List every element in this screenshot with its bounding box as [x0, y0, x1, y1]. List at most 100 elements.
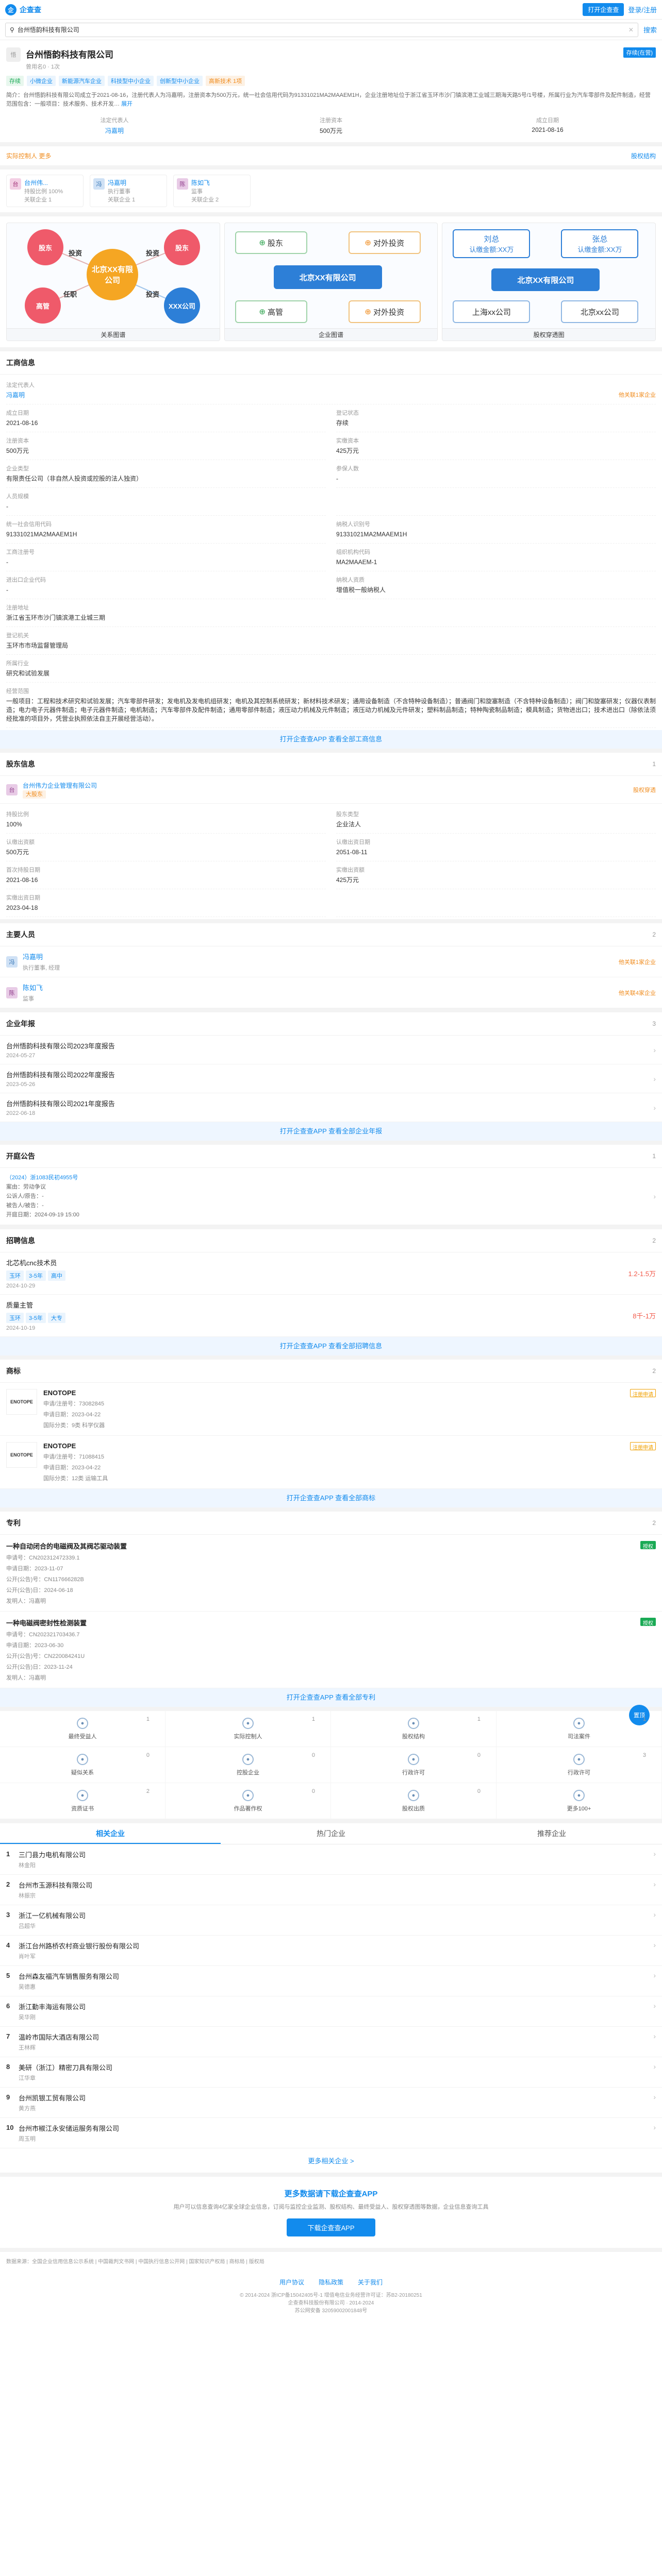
open-app-button[interactable]: 打开企查查: [583, 3, 624, 16]
holder-card[interactable]: 冯 冯嘉明 执行董事 关联企业 1: [90, 175, 167, 207]
trademark-row[interactable]: ENOTOPE ENOTOPE 申请/注册号：73082845 申请日期：2023-…: [0, 1383, 662, 1436]
patent-row[interactable]: 一种自动闭合的电磁阀及其阀芯驱动装置 申请号：CN202312472339.1 申请…: [0, 1535, 662, 1612]
graph-box: 北京xx公司: [561, 300, 639, 323]
annual-report-section: 企业年报 3 台州悟韵科技有限公司2023年度报告 2024-05-27 › 台州悟韵…: [0, 1012, 662, 1145]
tag[interactable]: 高新技术 1项: [206, 76, 245, 86]
search-bar: ⚲ 台州悟韵科技有限公司 ✕ 搜索: [0, 20, 662, 40]
chevron-right-icon: ›: [653, 1910, 656, 1919]
section-title: 商标 2: [0, 1360, 662, 1383]
company-former-names[interactable]: 曾用名0 · 1次: [26, 62, 618, 71]
user-agreement-link[interactable]: 用户协议: [279, 2278, 304, 2286]
list-item[interactable]: 5 台州森友福汽车销售服务有限公司 吴德惠 ›: [0, 1966, 662, 1996]
report-row[interactable]: 台州悟韵科技有限公司2022年度报告 2023-05-26 ›: [0, 1064, 662, 1093]
actual-controller-link[interactable]: 实际控制人 更多: [6, 151, 51, 160]
feature-item[interactable]: 0 ● 疑似关系: [0, 1747, 166, 1783]
intro-expand-link[interactable]: 展开: [121, 101, 133, 107]
feature-item[interactable]: 1 ● 股权结构: [331, 1711, 496, 1747]
list-item[interactable]: 7 温岭市国际大酒店有限公司 王林辉 ›: [0, 2027, 662, 2057]
avatar: 陈: [6, 987, 18, 998]
clear-icon[interactable]: ✕: [628, 26, 634, 33]
shareholder-row[interactable]: 台台州伟力企业管理有限公司 大股东 股权穿透: [0, 776, 662, 804]
gavel-icon: ●: [573, 1717, 585, 1729]
field: 股东类型 企业法人: [336, 806, 656, 834]
list-item[interactable]: 10 台州市椒江永安储运服务有限公司 周玉明 ›: [0, 2118, 662, 2148]
search-button[interactable]: 搜索: [643, 25, 657, 35]
avatar: 台: [10, 178, 21, 190]
holder-card[interactable]: 陈 陈如飞 监事 关联企业 2: [173, 175, 251, 207]
feature-item[interactable]: 0 ● 控股企业: [166, 1747, 331, 1783]
capital-value: 500万元: [319, 127, 343, 134]
list-item[interactable]: 4 浙江台州路桥农村商业银行股份有限公司 肖叶军 ›: [0, 1936, 662, 1966]
feature-item[interactable]: 0 ● 行政许可: [331, 1747, 496, 1783]
list-item[interactable]: 6 浙江勤丰海运有限公司 吴华刚 ›: [0, 1996, 662, 2027]
field: 参保人数 -: [336, 460, 656, 488]
list-item[interactable]: 3 浙江一亿机械有限公司 吕超华 ›: [0, 1905, 662, 1936]
tab-recommend[interactable]: 推荐企业: [441, 1823, 662, 1844]
relation-graph-card[interactable]: 股东 股东 高管 XXX公司 北京XX有限公司 投资 投资 任职 投资 关系图谱: [6, 223, 220, 341]
company-header: 悟 台州悟韵科技有限公司 曾用名0 · 1次 存续(在营) 存续 小微企业 新能…: [0, 40, 662, 146]
more-button[interactable]: 打开企查查APP 查看全部工商信息: [0, 730, 662, 749]
equity-structure-link[interactable]: 股权结构: [631, 151, 656, 160]
tag: 科技型中小企业: [108, 76, 154, 86]
more-button[interactable]: 打开企查查APP 查看全部商标: [0, 1489, 662, 1507]
person-row[interactable]: 陈陈如飞 监事 他关联4家企业: [0, 977, 662, 1008]
more-button[interactable]: 打开企查查APP 查看全部专利: [0, 1688, 662, 1707]
trademark-row[interactable]: ENOTOPE ENOTOPE 申请/注册号：71088415 申请日期：2023-…: [0, 1436, 662, 1489]
privacy-link[interactable]: 隐私政策: [319, 2278, 343, 2286]
feature-item[interactable]: 2 ● 资质证书: [0, 1783, 166, 1819]
job-row[interactable]: 北芯机cnc技术员 玉环 3-5年 高中 2024-10-29 1.2-1.5万: [0, 1252, 662, 1295]
related-link[interactable]: 他关联4家企业: [619, 989, 656, 997]
legal-rep-link[interactable]: 冯嘉明: [6, 391, 25, 400]
about-link[interactable]: 关于我们: [358, 2278, 383, 2286]
more-button[interactable]: 打开企查查APP 查看全部企业年报: [0, 1122, 662, 1141]
equity-penetration-link[interactable]: 股权穿透: [633, 786, 656, 794]
report-row[interactable]: 台州悟韵科技有限公司2021年度报告 2022-06-18 ›: [0, 1093, 662, 1122]
feature-item[interactable]: 1 ● 司法案件: [496, 1711, 662, 1747]
shareholder-section: 股东信息 1 台台州伟力企业管理有限公司 大股东 股权穿透 持股比例 100% 股东类…: [0, 753, 662, 923]
chevron-right-icon: ›: [653, 2062, 656, 2071]
tab-related[interactable]: 相关企业: [0, 1823, 221, 1844]
list-item[interactable]: 2 台州市玉源科技有限公司 林振宗 ›: [0, 1875, 662, 1905]
copyright: © 2014-2024 浙ICP备15042405号-1 增值电信业务经营许可证…: [240, 2293, 422, 2314]
more-related-link[interactable]: 更多相关企业 >: [0, 2148, 662, 2173]
search-input[interactable]: ⚲ 台州悟韵科技有限公司 ✕: [5, 22, 638, 37]
legal-rep-link[interactable]: 冯嘉明: [6, 126, 223, 135]
app-promo: 更多数据请下载企查查APP 用户可以信息查询4亿家全球企业信息，订阅与监控企业监…: [0, 2177, 662, 2252]
section-title: 专利 2: [0, 1512, 662, 1535]
related-section: 相关企业 热门企业 推荐企业 1 三门县力电机有限公司 林金阳 › 2 台州市玉源科技有…: [0, 1823, 662, 2177]
status-badge: 授权: [640, 1541, 656, 1550]
report-row[interactable]: 台州悟韵科技有限公司2023年度报告 2024-05-27 ›: [0, 1036, 662, 1064]
patent-row[interactable]: 一种电磁阀密封性检测装置 申请号：CN202321703436.7 申请日期：202…: [0, 1612, 662, 1688]
person-row[interactable]: 冯冯嘉明 执行董事, 经理 他关联1家企业: [0, 946, 662, 977]
feature-item[interactable]: 3 ● 行政许可: [496, 1747, 662, 1783]
login-link[interactable]: 登录/注册: [628, 5, 657, 14]
brand-logo[interactable]: 企 企查查: [5, 4, 41, 15]
feature-item[interactable]: 0 ● 股权出质: [331, 1783, 496, 1819]
legal-related-link[interactable]: 他关联1家企业: [619, 391, 656, 400]
graph-node: XXX公司: [164, 287, 200, 324]
feature-item[interactable]: 0 ● 作品著作权: [166, 1783, 331, 1819]
graph-caption: 股权穿透图: [442, 328, 656, 341]
tab-hot[interactable]: 热门企业: [221, 1823, 441, 1844]
license-icon: ●: [408, 1753, 419, 1765]
notice-row[interactable]: （2024）浙1083民初4955号 案由：劳动争议 公诉人/原告：- 被告人/…: [0, 1168, 662, 1225]
brand-name: 企查查: [20, 5, 41, 14]
list-item[interactable]: 8 美研（浙江）精密刀具有限公司 江华章 ›: [0, 2057, 662, 2088]
list-item[interactable]: 1 三门县力电机有限公司 林金阳 ›: [0, 1844, 662, 1875]
list-item[interactable]: 9 台州凯银工贸有限公司 黄方燕 ›: [0, 2088, 662, 2118]
equity-graph-card[interactable]: 刘总 认缴金额:XX万 张总 认缴金额:XX万 北京XX有限公司 上海xx公司 北京…: [442, 223, 656, 341]
certificate-icon: ●: [77, 1789, 88, 1801]
holder-card[interactable]: 台 台州伟... 持股比例 100% 关联企业 1: [6, 175, 84, 207]
promo-text: 用户可以信息查询4亿家全球企业信息，订阅与监控企业监测、股权结构、最终受益人、股…: [173, 2204, 489, 2210]
chevron-right-icon: ›: [653, 2032, 656, 2040]
section-title: 主要人员 2: [0, 923, 662, 946]
feature-item[interactable]: 1 ● 实际控制人: [166, 1711, 331, 1747]
related-link[interactable]: 他关联1家企业: [619, 958, 656, 966]
feature-item[interactable]: 1 ● 最终受益人: [0, 1711, 166, 1747]
job-row[interactable]: 质量主管 玉环 3-5年 大专 2024-10-19 8千-1万: [0, 1295, 662, 1337]
download-app-button[interactable]: 下载企查查APP: [287, 2218, 375, 2236]
enterprise-graph-card[interactable]: ⊕ 股东 ⊕ 对外投资 北京XX有限公司 ⊕ 高管 ⊕ 对外投资 企业图谱: [224, 223, 438, 341]
feature-item[interactable]: ● 更多100+: [496, 1783, 662, 1819]
more-button[interactable]: 打开企查查APP 查看全部招聘信息: [0, 1337, 662, 1355]
field: 经营范围 一般项目：工程和技术研究和试验发展；汽车零部件研发；发电机及发电机组研发…: [6, 683, 656, 728]
